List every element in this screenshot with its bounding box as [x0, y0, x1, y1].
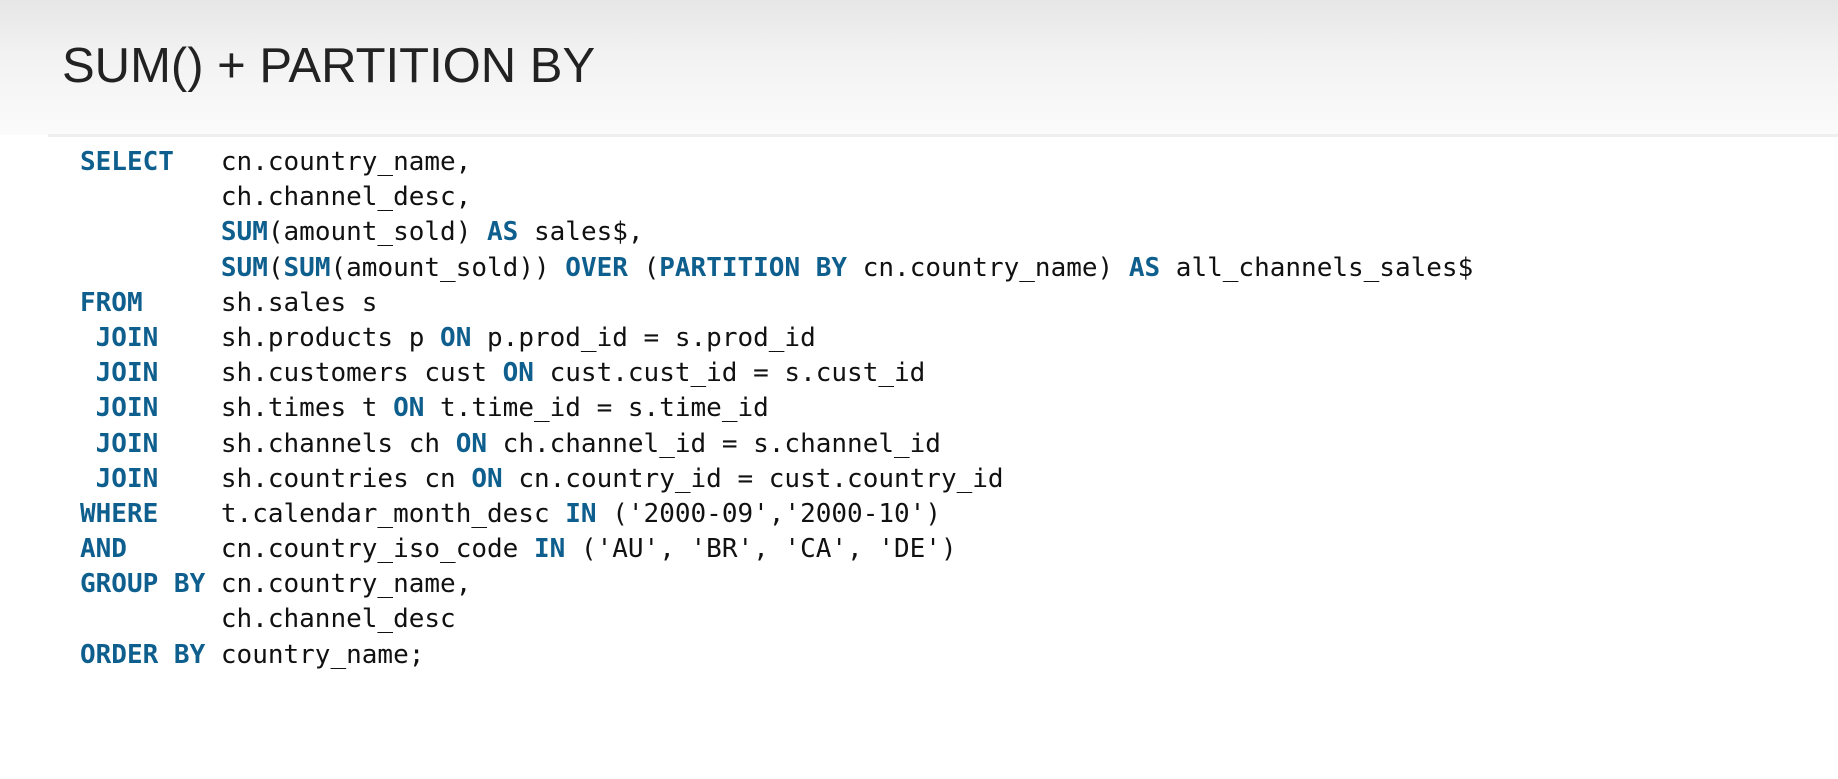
sql-text: sh.products p: [158, 322, 441, 353]
code-line: ch.channel_desc: [80, 602, 1473, 637]
sql-keyword: JOIN: [95, 428, 159, 459]
code-line: ch.channel_desc,: [80, 180, 1473, 215]
sql-text: cust.cust_id = s.cust_id: [533, 358, 926, 389]
sql-function: SUM: [220, 217, 268, 248]
code-line: JOIN sh.times t ON t.time_id = s.time_id: [80, 391, 1473, 426]
sql-text: ch.channel_id = s.channel_id: [487, 428, 941, 459]
sql-text: t.time_id = s.time_id: [424, 393, 769, 424]
sql-function: SUM: [283, 252, 331, 283]
sql-keyword: JOIN: [95, 322, 159, 353]
sql-keyword: JOIN: [95, 393, 159, 424]
slide-header: SUM() + PARTITION BY: [0, 0, 1838, 135]
sql-text: cn.country_name,: [173, 147, 472, 177]
sql-keyword: AND: [80, 534, 127, 565]
code-line: JOIN sh.channels ch ON ch.channel_id = s…: [80, 427, 1473, 462]
sql-keyword: ON: [393, 393, 425, 424]
sql-text: (: [627, 252, 660, 283]
sql-keyword: SELECT: [80, 147, 174, 177]
sql-text: cn.country_name,: [205, 569, 472, 600]
sql-text: (: [267, 252, 284, 283]
sql-text: t.calendar_month_desc: [158, 498, 566, 529]
code-line: AND cn.country_iso_code IN ('AU', 'BR', …: [80, 532, 1473, 567]
sql-keyword: AS: [487, 217, 519, 248]
sql-text: cn.country_iso_code: [126, 534, 534, 565]
sql-text: country_name;: [205, 639, 425, 670]
sql-text: all_channels_sales$: [1160, 252, 1474, 283]
sql-text: cn.country_id = cust.country_id: [502, 463, 1004, 494]
sql-text: ('2000-09','2000-10'): [596, 498, 941, 529]
sql-text: sh.times t: [158, 393, 394, 424]
sql-function: SUM: [220, 252, 268, 283]
sql-keyword: JOIN: [95, 463, 159, 494]
sql-keyword: GROUP BY: [80, 569, 206, 600]
sql-keyword: JOIN: [95, 358, 159, 389]
code-line: JOIN sh.customers cust ON cust.cust_id =…: [80, 356, 1473, 391]
sql-keyword: ON: [502, 358, 534, 389]
sql-keyword: PARTITION BY: [659, 252, 848, 283]
sql-text: (amount_sold)): [330, 252, 566, 283]
sql-keyword: AS: [1128, 252, 1161, 283]
sql-keyword: ORDER BY: [80, 639, 206, 670]
sql-text: sh.sales s: [142, 287, 378, 318]
code-line: FROM sh.sales s: [80, 286, 1473, 321]
sql-text: ('AU', 'BR', 'CA', 'DE'): [565, 534, 957, 565]
sql-keyword: IN: [533, 534, 566, 565]
sql-text: sh.channels ch: [158, 428, 456, 459]
sql-keyword: OVER: [565, 252, 628, 283]
code-line: SUM(amount_sold) AS sales$,: [80, 215, 1473, 250]
code-line: JOIN sh.countries cn ON cn.country_id = …: [80, 462, 1473, 497]
sql-text: (amount_sold): [267, 217, 488, 248]
sql-keyword: ON: [455, 428, 488, 459]
code-line: SELECT cn.country_name,: [80, 145, 1473, 180]
sql-text: sh.countries cn: [158, 463, 472, 494]
slide-title: SUM() + PARTITION BY: [62, 39, 596, 93]
sql-keyword: WHERE: [80, 498, 159, 529]
sql-keyword: FROM: [80, 287, 143, 318]
sql-keyword: IN: [565, 498, 597, 529]
sql-text: sales$,: [518, 217, 644, 248]
code-line: GROUP BY cn.country_name,: [80, 567, 1473, 602]
sql-keyword: ON: [440, 322, 472, 353]
code-line: SUM(SUM(amount_sold)) OVER (PARTITION BY…: [80, 251, 1473, 286]
sql-text: ch.channel_desc,: [80, 182, 472, 213]
sql-text: p.prod_id = s.prod_id: [471, 322, 816, 353]
code-line: JOIN sh.products p ON p.prod_id = s.prod…: [80, 321, 1473, 356]
header-divider: [48, 134, 1838, 137]
sql-code-block: SELECT cn.country_name, ch.channel_desc,…: [80, 145, 1473, 673]
code-line: ORDER BY country_name;: [80, 638, 1473, 673]
sql-text: sh.customers cust: [158, 358, 503, 389]
code-line: WHERE t.calendar_month_desc IN ('2000-09…: [80, 497, 1473, 532]
sql-text: cn.country_name): [847, 252, 1129, 283]
sql-text: ch.channel_desc: [80, 604, 456, 635]
sql-keyword: ON: [471, 463, 503, 494]
